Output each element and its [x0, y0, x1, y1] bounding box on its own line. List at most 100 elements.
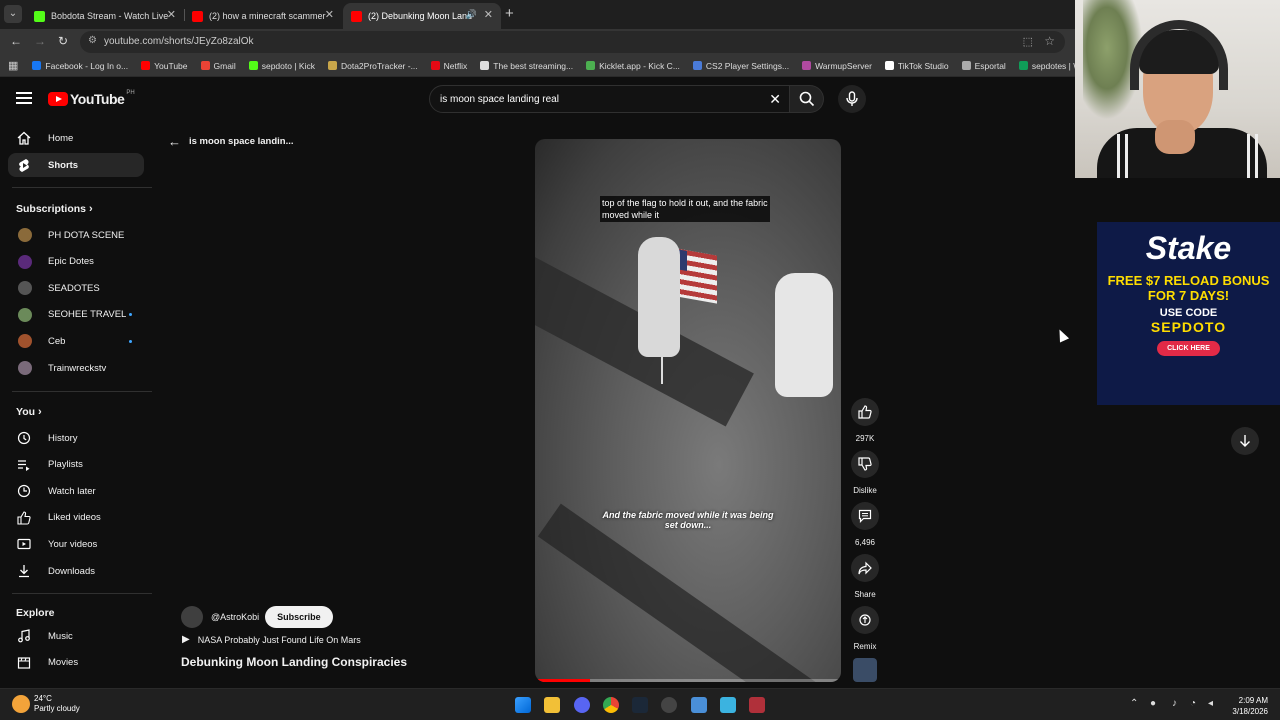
sidebar-item[interactable]: Downloads — [8, 559, 144, 583]
sidebar-item-shorts[interactable]: Shorts — [8, 153, 144, 177]
forward-icon[interactable]: → — [34, 34, 46, 48]
sidebar-item[interactable]: PH DOTA SCENE — [8, 223, 144, 247]
start-icon[interactable] — [515, 697, 531, 713]
comments-button[interactable]: 6,496 — [849, 502, 881, 547]
bookmark-item[interactable]: YouTube — [141, 61, 188, 71]
bookmark-item[interactable]: Facebook - Log In o... — [32, 61, 128, 71]
dislike-button[interactable]: Dislike — [849, 450, 881, 495]
volume-icon[interactable]: ◂ — [1208, 698, 1213, 709]
sidebar-item[interactable]: Movies — [8, 651, 144, 675]
bookmark-item[interactable]: Gmail — [200, 61, 236, 71]
avatar — [18, 254, 32, 269]
site-info-icon[interactable]: ⚙ — [88, 35, 97, 46]
bookmark-label: TikTok Studio — [897, 60, 949, 71]
sponsor-ad-banner[interactable]: Stake FREE $7 RELOAD BONUS FOR 7 DAYS! U… — [1097, 222, 1280, 405]
tab-search-button[interactable]: ⌄ — [4, 5, 22, 23]
bookmark-item[interactable]: CS2 Player Settings... — [692, 61, 789, 71]
related-video-link[interactable]: ▶ NASA Probably Just Found Life On Mars — [182, 634, 361, 645]
tab-title: (2) how a minecraft scammer st — [209, 11, 327, 21]
youtube-logo[interactable]: YouTube PH — [48, 90, 135, 107]
sidebar-item[interactable]: Your videos — [8, 532, 144, 556]
bookmark-item[interactable]: Esportal — [961, 61, 1006, 71]
browser-tab-active[interactable]: (2) Debunking Moon Landi 🔊 ✕ — [343, 3, 501, 29]
file-explorer-icon[interactable] — [544, 697, 560, 713]
tray-app-icon[interactable]: ● — [1150, 698, 1156, 709]
weather-widget[interactable]: 24°C Partly cloudy — [12, 694, 80, 714]
sidebar-item[interactable]: Liked videos — [8, 506, 144, 530]
burned-in-subtitle: And the fabric moved while it was being … — [602, 510, 774, 530]
clear-icon[interactable]: ✕ — [769, 91, 781, 108]
share-button[interactable]: Share — [849, 554, 881, 599]
sidebar-item-home[interactable]: Home — [8, 126, 144, 150]
audio-track-thumbnail[interactable] — [853, 658, 877, 682]
steam-icon[interactable] — [632, 697, 648, 713]
browser-tab[interactable]: (2) how a minecraft scammer st ✕ — [184, 3, 342, 29]
search-button[interactable] — [790, 85, 824, 113]
app-icon[interactable] — [749, 697, 765, 713]
bookmark-item[interactable]: Dota2ProTracker -... — [327, 61, 418, 71]
back-icon[interactable]: ← — [10, 34, 22, 48]
reload-icon[interactable]: ↻ — [58, 34, 68, 48]
discord-icon[interactable] — [574, 697, 590, 713]
star-icon[interactable]: ☆ — [1044, 34, 1055, 48]
bookmark-item[interactable]: The best streaming... — [480, 61, 573, 71]
video-progress-bar[interactable] — [535, 679, 841, 682]
bookmark-item[interactable]: sepdoto | Kick — [248, 61, 315, 71]
chevron-up-icon[interactable]: ⌃ — [1130, 698, 1138, 709]
sidebar-item[interactable]: Watch later — [8, 479, 144, 503]
address-bar[interactable]: ⚙ youtube.com/shorts/JEyZo8zalOk ⬚ ☆ — [80, 31, 1065, 53]
bookmark-item[interactable]: WarmupServer — [802, 61, 872, 71]
search-query[interactable]: is moon space landing real — [440, 94, 559, 105]
avatar[interactable] — [181, 606, 203, 628]
sidebar-item-label: Downloads — [48, 565, 95, 577]
sidebar-item-label: Watch later — [48, 485, 96, 497]
url-text[interactable]: youtube.com/shorts/JEyZo8zalOk — [104, 36, 254, 47]
subscribe-button[interactable]: Subscribe — [265, 606, 333, 628]
notepad-icon[interactable] — [720, 697, 736, 713]
back-to-search-button[interactable]: ← is moon space landin... — [168, 134, 294, 149]
microphone-icon[interactable]: ♪ — [1172, 698, 1177, 709]
voice-search-button[interactable] — [838, 85, 866, 113]
bookmark-favicon-icon — [1018, 61, 1028, 70]
bookmark-item[interactable]: Kicklet.app - Kick C... — [586, 61, 680, 71]
temperature: 24°C — [34, 694, 52, 703]
like-button[interactable]: 297K — [849, 398, 881, 443]
bookmark-item[interactable]: TikTok Studio — [884, 60, 949, 71]
bookmark-favicon-icon — [586, 61, 596, 70]
speaker-icon[interactable]: 🔊 — [466, 9, 477, 20]
sidebar-item[interactable]: SEADOTES — [8, 276, 144, 300]
search-input[interactable]: is moon space landing real ✕ — [429, 85, 790, 113]
browser-tab[interactable]: Bobdota Stream - Watch Live o ✕ — [26, 3, 184, 29]
sidebar-item[interactable]: Ceb — [8, 329, 144, 353]
chrome-icon[interactable] — [603, 697, 619, 713]
sidebar-item[interactable]: Epic Dotes — [8, 250, 144, 274]
sidebar-item[interactable]: Music — [8, 624, 144, 648]
bookmark-list: Facebook - Log In o... YouTube Gmail sepdot… — [32, 61, 1124, 71]
system-clock[interactable]: 2:09 AM 3/18/2026 — [1228, 695, 1268, 717]
clock-icon — [16, 483, 32, 499]
install-icon[interactable]: ⬚ — [1023, 35, 1033, 48]
bookmark-item[interactable]: Netflix — [430, 60, 468, 71]
bookmark-favicon-icon — [961, 61, 971, 70]
bookmark-label: Netflix — [443, 60, 468, 71]
wifi-icon[interactable]: ◔ — [1190, 698, 1196, 709]
next-short-button[interactable] — [1231, 427, 1259, 455]
obs-icon[interactable] — [661, 697, 677, 713]
sidebar-item[interactable]: History — [8, 426, 144, 450]
sidebar-item[interactable]: Playlists — [8, 453, 144, 477]
close-icon[interactable]: ✕ — [167, 8, 176, 21]
ad-cta-button[interactable]: CLICK HERE — [1157, 341, 1220, 356]
new-tab-button[interactable]: + — [505, 5, 514, 22]
subscriptions-heading[interactable]: Subscriptions › — [16, 203, 93, 215]
menu-icon[interactable] — [16, 92, 32, 104]
close-icon[interactable]: ✕ — [484, 8, 493, 21]
channel-name[interactable]: @AstroKobi — [211, 612, 259, 622]
apps-grid-icon[interactable]: ▦ — [8, 59, 18, 72]
remix-button[interactable]: Remix — [849, 606, 881, 651]
you-heading[interactable]: You › — [16, 406, 42, 418]
calculator-icon[interactable] — [691, 697, 707, 713]
tab-title: Bobdota Stream - Watch Live o — [51, 11, 169, 21]
sidebar-item[interactable]: SEOHEE TRAVEL — [8, 303, 144, 327]
close-icon[interactable]: ✕ — [325, 8, 334, 21]
sidebar-item[interactable]: Trainwreckstv — [8, 356, 144, 380]
